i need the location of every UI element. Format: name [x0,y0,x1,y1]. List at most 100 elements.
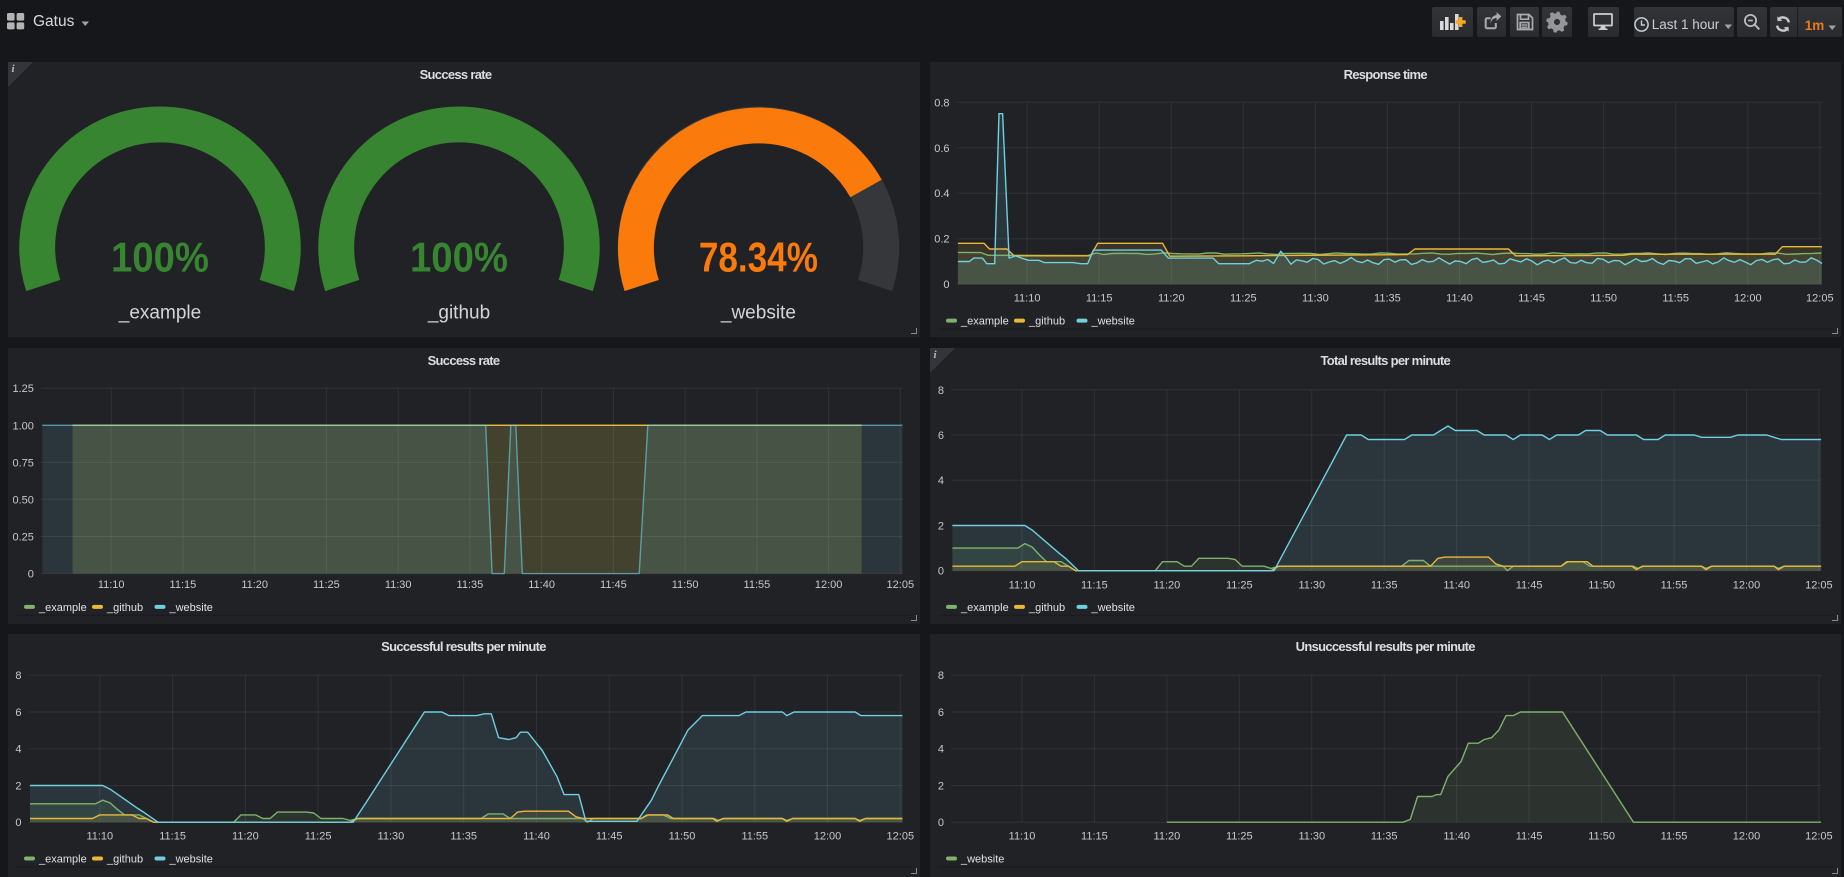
svg-text:_website: _website [1090,316,1134,328]
svg-text:12:05: 12:05 [886,579,914,591]
svg-text:11:35: 11:35 [456,579,483,591]
svg-text:6: 6 [937,430,943,442]
svg-text:0.75: 0.75 [12,457,33,469]
svg-text:_website: _website [168,854,212,866]
svg-text:11:15: 11:15 [1081,579,1108,591]
svg-text:_website: _website [960,854,1004,866]
svg-text:11:35: 11:35 [1370,831,1397,843]
svg-text:_website: _website [1090,601,1134,613]
svg-text:78.34%: 78.34% [698,234,817,281]
svg-text:_github: _github [106,854,143,866]
svg-text:11:30: 11:30 [1298,579,1325,591]
svg-text:11:20: 11:20 [232,831,259,843]
svg-text:6: 6 [937,707,943,719]
svg-text:11:15: 11:15 [159,831,186,843]
svg-text:11:45: 11:45 [600,579,627,591]
svg-text:11:55: 11:55 [1660,579,1687,591]
svg-text:11:55: 11:55 [1660,831,1687,843]
svg-text:11:25: 11:25 [1225,831,1252,843]
svg-text:11:35: 11:35 [450,831,477,843]
svg-text:11:15: 11:15 [169,579,196,591]
svg-text:0: 0 [27,568,33,580]
svg-text:11:45: 11:45 [1515,831,1542,843]
svg-text:11:40: 11:40 [1443,579,1470,591]
svg-text:12:05: 12:05 [1805,831,1833,843]
svg-text:11:35: 11:35 [1370,579,1397,591]
svg-text:_example: _example [960,316,1009,328]
svg-text:11:50: 11:50 [1588,831,1615,843]
svg-text:12:05: 12:05 [1805,579,1833,591]
svg-text:0.8: 0.8 [934,97,949,109]
svg-text:11:55: 11:55 [743,579,770,591]
svg-text:11:10: 11:10 [97,579,124,591]
svg-text:11:40: 11:40 [528,579,555,591]
svg-text:11:35: 11:35 [1374,293,1401,305]
svg-text:11:40: 11:40 [1446,293,1473,305]
svg-text:8: 8 [15,670,21,682]
svg-text:4: 4 [937,744,943,756]
svg-text:11:10: 11:10 [86,831,113,843]
svg-text:12:05: 12:05 [886,831,914,843]
svg-text:_example: _example [960,601,1009,613]
svg-text:6: 6 [15,707,21,719]
svg-text:0: 0 [943,279,949,291]
svg-text:0.4: 0.4 [934,188,949,200]
svg-text:11:40: 11:40 [523,831,550,843]
svg-text:11:20: 11:20 [1153,579,1180,591]
svg-text:11:25: 11:25 [1229,293,1256,305]
svg-text:11:50: 11:50 [671,579,698,591]
svg-text:12:00: 12:00 [1732,579,1760,591]
svg-text:2: 2 [937,781,943,793]
svg-text:11:20: 11:20 [1157,293,1184,305]
svg-text:11:30: 11:30 [377,831,404,843]
svg-text:11:30: 11:30 [384,579,411,591]
svg-text:11:15: 11:15 [1085,293,1112,305]
svg-text:11:10: 11:10 [1013,293,1040,305]
svg-text:_example: _example [38,854,87,866]
svg-text:12:05: 12:05 [1806,293,1834,305]
svg-text:1.00: 1.00 [12,420,33,432]
svg-text:11:20: 11:20 [241,579,268,591]
svg-text:11:15: 11:15 [1081,831,1108,843]
svg-text:_github: _github [1028,316,1065,328]
svg-text:4: 4 [937,475,943,487]
svg-text:4: 4 [15,744,21,756]
svg-text:_website: _website [168,601,212,613]
svg-text:11:10: 11:10 [1008,579,1035,591]
svg-text:_example: _example [38,601,87,613]
svg-text:11:55: 11:55 [741,831,768,843]
svg-text:0.25: 0.25 [12,531,33,543]
svg-text:11:50: 11:50 [1590,293,1617,305]
svg-text:100%: 100% [410,234,508,281]
svg-text:_github: _github [1028,601,1065,613]
svg-text:_website: _website [719,303,795,324]
svg-text:12:00: 12:00 [813,831,841,843]
svg-text:11:30: 11:30 [1302,293,1329,305]
svg-text:2: 2 [15,781,21,793]
svg-text:11:25: 11:25 [304,831,331,843]
svg-text:12:00: 12:00 [1732,831,1760,843]
svg-text:11:25: 11:25 [1225,579,1252,591]
svg-text:8: 8 [937,670,943,682]
svg-text:0.50: 0.50 [12,494,33,506]
svg-text:_example: _example [117,303,200,324]
svg-text:100%: 100% [111,234,209,281]
svg-text:11:45: 11:45 [1518,293,1545,305]
svg-text:11:25: 11:25 [313,579,340,591]
svg-text:11:20: 11:20 [1153,831,1180,843]
svg-text:11:50: 11:50 [668,831,695,843]
svg-text:8: 8 [937,384,943,396]
svg-text:0.2: 0.2 [934,234,949,246]
svg-text:_github: _github [426,303,489,324]
svg-text:0: 0 [15,817,21,829]
svg-text:0.6: 0.6 [934,143,949,155]
svg-text:2: 2 [937,520,943,532]
svg-text:1.25: 1.25 [12,383,33,395]
svg-text:_github: _github [106,601,143,613]
svg-text:0: 0 [937,565,943,577]
svg-text:0: 0 [937,817,943,829]
svg-text:11:45: 11:45 [595,831,622,843]
svg-text:11:30: 11:30 [1298,831,1325,843]
svg-text:12:00: 12:00 [1734,293,1762,305]
svg-text:11:40: 11:40 [1443,831,1470,843]
